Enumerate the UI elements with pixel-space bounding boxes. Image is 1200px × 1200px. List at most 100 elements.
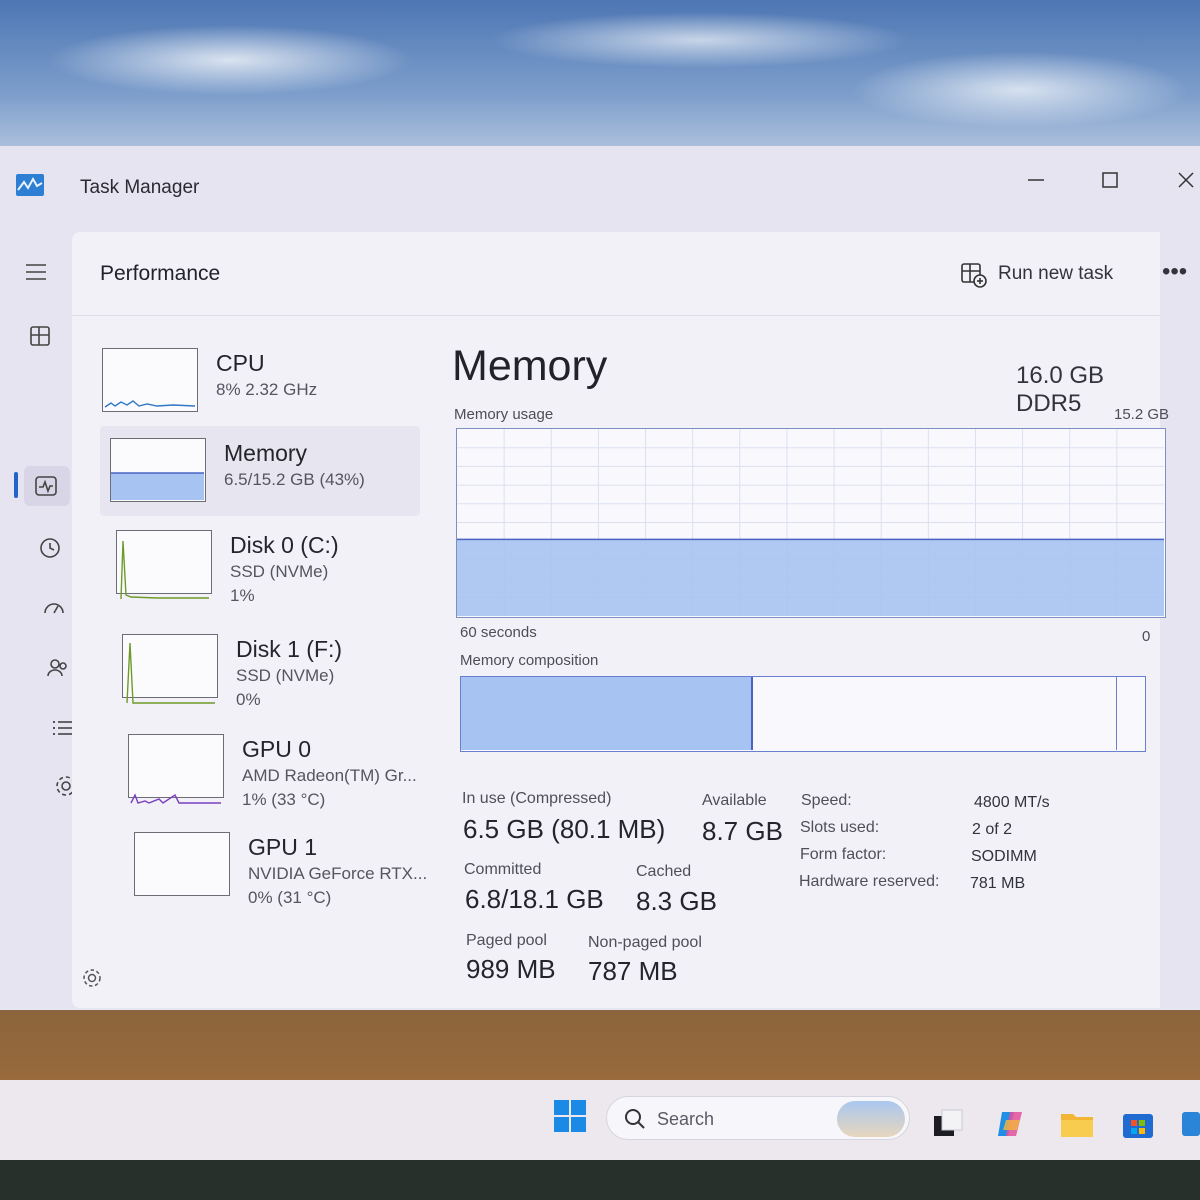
- nav-active-indicator: [14, 472, 18, 498]
- form-factor-label: Form factor:: [800, 846, 887, 863]
- run-new-task-button[interactable]: Run new task: [954, 256, 1113, 292]
- device-name: CPU: [216, 350, 265, 376]
- close-button[interactable]: [1166, 160, 1200, 200]
- device-detail: NVIDIA GeForce RTX...: [248, 864, 428, 883]
- memory-composition-label: Memory composition: [460, 652, 599, 669]
- gpu-0-thumbnail-graph: [128, 734, 224, 804]
- committed-label: Committed: [464, 861, 542, 878]
- memory-usage-chart: [457, 429, 1164, 616]
- start-icon-tile: [571, 1117, 586, 1132]
- task-manager-window: Task Manager Performance Run new task ••…: [0, 146, 1200, 1010]
- microsoft-store-icon: [1123, 1114, 1153, 1138]
- nav-item-app-history[interactable]: [30, 528, 70, 568]
- non-paged-pool-value: 787 MB: [588, 956, 678, 986]
- navigation-rail: [0, 232, 80, 1012]
- run-new-task-label: Run new task: [998, 263, 1114, 284]
- device-disk-0[interactable]: Disk 0 (C:) SSD (NVMe) 1%: [106, 518, 426, 605]
- hamburger-menu-button[interactable]: [16, 252, 56, 292]
- nav-item-processes[interactable]: [20, 316, 60, 356]
- device-gpu-0[interactable]: GPU 0 AMD Radeon(TM) Gr... 1% (33 °C): [118, 722, 438, 809]
- in-use-label: In use (Compressed): [462, 790, 612, 807]
- device-detail: AMD Radeon(TM) Gr...: [242, 766, 417, 785]
- search-highlight-image: [837, 1101, 905, 1137]
- more-options-button[interactable]: •••: [1162, 260, 1187, 284]
- file-explorer-button[interactable]: [1060, 1108, 1093, 1140]
- search-placeholder: Search: [657, 1109, 715, 1129]
- memory-composition-bar: [460, 676, 1146, 752]
- start-icon-tile: [571, 1100, 586, 1115]
- microsoft-store-button[interactable]: [1122, 1108, 1154, 1140]
- maximize-icon: [1102, 172, 1118, 188]
- start-icon-tile: [554, 1117, 569, 1132]
- cached-label: Cached: [636, 863, 692, 880]
- settings-button[interactable]: [80, 966, 104, 990]
- photos-icon: [1182, 1112, 1200, 1136]
- performance-icon: [35, 476, 57, 496]
- nav-item-startup-apps[interactable]: [34, 590, 74, 630]
- composition-standby-segment: [755, 677, 1117, 750]
- start-icon-tile: [554, 1100, 569, 1115]
- app-history-icon: [40, 538, 60, 558]
- memory-usage-label: Memory usage: [454, 406, 554, 423]
- laptop-bezel: [0, 1160, 1200, 1200]
- device-name: GPU 1: [248, 834, 318, 860]
- users-icon: [47, 659, 67, 677]
- cached-value: 8.3 GB: [636, 886, 717, 916]
- details-icon: [53, 721, 72, 735]
- paged-pool-value: 989 MB: [466, 954, 556, 984]
- memory-usage-graph: [456, 428, 1166, 618]
- photos-button[interactable]: [1180, 1108, 1200, 1140]
- device-name: Memory: [224, 440, 308, 466]
- hamburger-menu-icon: [26, 264, 46, 280]
- device-detail: 8% 2.32 GHz: [216, 380, 318, 399]
- disk-0-thumbnail-graph: [116, 530, 212, 600]
- memory-thumbnail-graph: [110, 438, 206, 502]
- copilot-icon: [998, 1112, 1022, 1136]
- graph-time-span-label: 60 seconds: [460, 624, 537, 641]
- device-detail-secondary: 1% (33 °C): [242, 790, 326, 809]
- device-detail-secondary: 1%: [230, 586, 255, 605]
- device-disk-1[interactable]: Disk 1 (F:) SSD (NVMe) 0%: [112, 622, 432, 709]
- device-detail-secondary: 0%: [236, 690, 261, 709]
- paged-pool-label: Paged pool: [466, 932, 547, 949]
- panel-header: Performance Run new task •••: [72, 232, 1187, 316]
- graph-time-end-label: 0: [1142, 628, 1151, 645]
- title-bar: Task Manager: [0, 146, 1200, 232]
- device-name: Disk 1 (F:): [236, 636, 343, 662]
- slots-used-label: Slots used:: [800, 819, 880, 836]
- page-title: Performance: [100, 262, 221, 285]
- minimize-button[interactable]: [1016, 160, 1056, 200]
- device-name: Disk 0 (C:): [230, 532, 339, 558]
- run-new-task-icon: [961, 263, 987, 288]
- available-value: 8.7 GB: [702, 816, 783, 846]
- search-icon: [625, 1109, 645, 1129]
- memory-usage-max: 15.2 GB: [1114, 406, 1170, 423]
- startup-apps-icon: [44, 603, 64, 614]
- disk-1-thumbnail-graph: [122, 634, 218, 704]
- available-label: Available: [702, 792, 767, 809]
- device-name: GPU 0: [242, 736, 312, 762]
- speed-label: Speed:: [801, 792, 852, 809]
- taskbar-search-box[interactable]: Search: [606, 1096, 910, 1140]
- settings-icon: [83, 969, 101, 987]
- close-icon: [1178, 172, 1194, 188]
- device-detail: SSD (NVMe): [236, 666, 335, 685]
- cpu-thumbnail-graph: [102, 348, 198, 412]
- start-button[interactable]: [554, 1100, 586, 1132]
- device-memory[interactable]: Memory 6.5/15.2 GB (43%): [100, 426, 420, 516]
- file-explorer-icon: [1061, 1114, 1093, 1137]
- hardware-reserved-label: Hardware reserved:: [799, 873, 940, 890]
- copilot-button[interactable]: [996, 1108, 1028, 1140]
- gpu-1-thumbnail-graph: [134, 832, 230, 896]
- committed-value: 6.8/18.1 GB: [465, 884, 604, 914]
- task-view-icon: [934, 1109, 963, 1136]
- memory-heading: Memory: [452, 342, 608, 390]
- task-view-button[interactable]: [932, 1108, 964, 1140]
- maximize-button[interactable]: [1090, 160, 1130, 200]
- device-cpu[interactable]: CPU 8% 2.32 GHz: [92, 336, 412, 420]
- memory-usage-area: [457, 539, 1164, 616]
- device-detail: 6.5/15.2 GB (43%): [224, 470, 365, 489]
- device-gpu-1[interactable]: GPU 1 NVIDIA GeForce RTX... 0% (31 °C): [124, 820, 444, 907]
- nav-item-performance[interactable]: [26, 466, 66, 506]
- form-factor-value: SODIMM: [971, 848, 1037, 865]
